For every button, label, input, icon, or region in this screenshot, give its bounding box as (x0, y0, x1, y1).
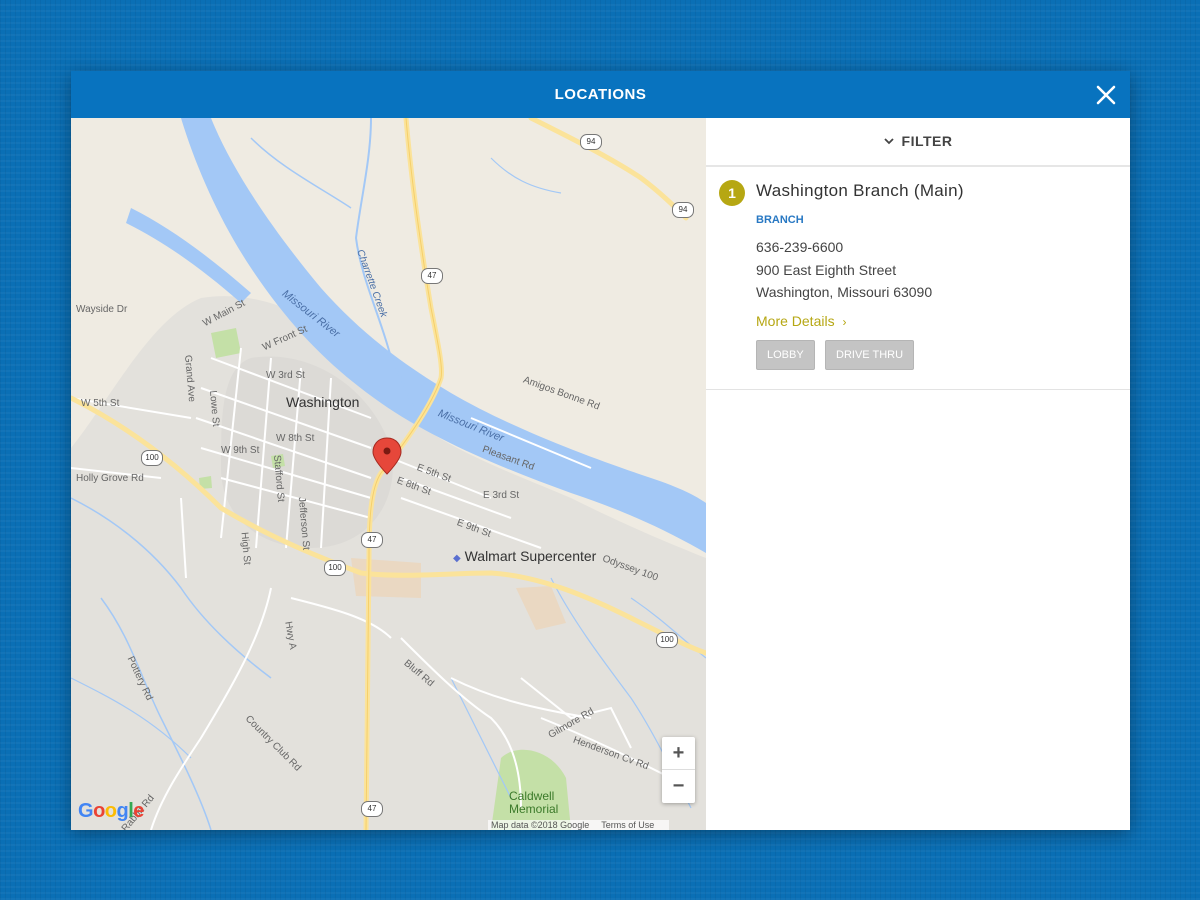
more-details-label: More Details (756, 313, 835, 329)
map-attribution: Map data ©2018 Google Terms of Use (488, 820, 670, 830)
google-logo: Google (78, 800, 144, 822)
location-address-line1: 900 East Eighth Street (756, 262, 897, 278)
filter-toggle[interactable]: FILTER (706, 118, 1130, 167)
modal-title: LOCATIONS (554, 86, 647, 103)
service-tag-lobby: LOBBY (756, 340, 815, 370)
route-shield: 47 (361, 532, 383, 548)
close-button[interactable] (1092, 81, 1120, 109)
map-label-street: Wayside Dr (76, 304, 128, 315)
location-name: Washington Branch (Main) (756, 181, 964, 200)
zoom-out-button[interactable]: − (662, 770, 695, 802)
locations-modal: LOCATIONS Washington ◆ Walmart Supercent… (71, 71, 1130, 830)
location-address-line2: Washington, Missouri 63090 (756, 284, 933, 300)
map-label-store: ◆ Walmart Supercenter (453, 548, 597, 564)
map-label-street: E 3rd St (483, 490, 520, 501)
map-label-street: W 8th St (276, 433, 315, 444)
map-label-park: Caldwell Memorial (509, 789, 559, 816)
location-type: BRANCH (756, 214, 804, 226)
location-phone[interactable]: 636-239-6600 (756, 239, 843, 255)
map-label-street: Holly Grove Rd (76, 473, 144, 484)
more-details-link[interactable]: More Details › (756, 313, 846, 329)
route-shield: 100 (656, 632, 678, 648)
route-shield: 47 (421, 268, 443, 284)
terms-link[interactable]: Terms of Use (601, 820, 654, 830)
service-tag-drive-thru: DRIVE THRU (825, 340, 915, 370)
route-shield: 47 (361, 801, 383, 817)
route-shield: 94 (672, 202, 694, 218)
map-view[interactable]: Washington ◆ Walmart Supercenter Caldwel… (71, 118, 706, 830)
location-card[interactable]: 1 Washington Branch (Main) BRANCH 636-23… (706, 167, 1130, 390)
route-shield: 94 (580, 134, 602, 150)
map-data-credit: Map data ©2018 Google (491, 820, 590, 830)
map-label-street: W 3rd St (266, 370, 305, 381)
filter-label: FILTER (901, 133, 953, 149)
location-number-badge: 1 (719, 180, 745, 206)
map-label-city: Washington (286, 394, 360, 410)
zoom-control: + − (662, 737, 695, 803)
zoom-in-button[interactable]: + (662, 737, 695, 770)
map-label-street: W 9th St (221, 445, 260, 456)
route-shield: 100 (324, 560, 346, 576)
close-icon (1096, 85, 1116, 105)
map-canvas (71, 118, 706, 830)
chevron-down-icon (883, 119, 894, 166)
chevron-right-icon: › (842, 315, 847, 329)
map-label-street: W 5th St (81, 398, 120, 409)
locations-panel: FILTER 1 Washington Branch (Main) BRANCH… (706, 118, 1130, 830)
route-shield: 100 (141, 450, 163, 466)
modal-header: LOCATIONS (71, 71, 1130, 118)
store-icon: ◆ (453, 553, 461, 564)
